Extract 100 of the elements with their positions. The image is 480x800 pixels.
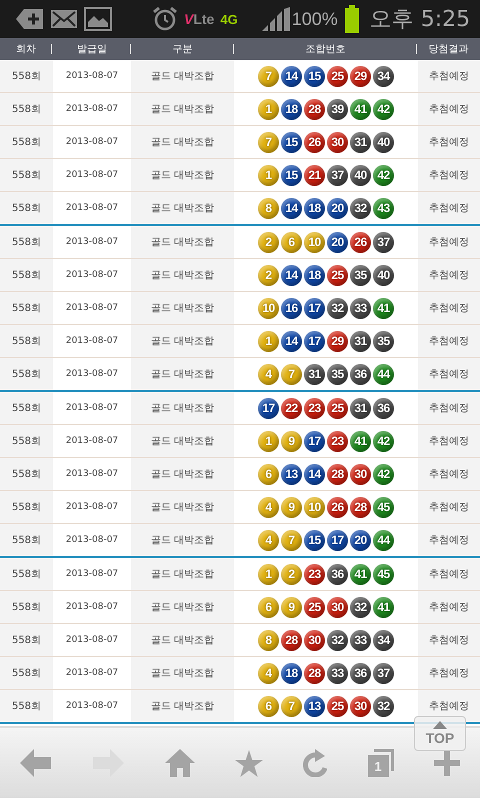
home-icon[interactable] bbox=[164, 749, 195, 777]
lotto-ball: 41 bbox=[373, 298, 394, 318]
table-cell: 추첨예정 bbox=[418, 292, 480, 324]
lotto-ball: 45 bbox=[373, 496, 394, 518]
lotto-ball: 20 bbox=[327, 232, 348, 252]
table-cell: 골드 대박조합 bbox=[131, 226, 234, 258]
table-cell: 558회 bbox=[0, 226, 53, 258]
mail-icon bbox=[50, 9, 78, 29]
table-cell-text: 2013-08-07 bbox=[64, 136, 120, 149]
lotto-ball: 40 bbox=[350, 164, 371, 186]
lotto-ball: 10 bbox=[304, 232, 325, 252]
lotto-ball: 26 bbox=[327, 496, 348, 518]
refresh-icon[interactable] bbox=[303, 749, 328, 777]
table-cell: 558회 bbox=[0, 624, 53, 656]
lotto-ball: 36 bbox=[350, 662, 371, 684]
lotto-ball: 15 bbox=[304, 530, 325, 550]
lotto-ball: 14 bbox=[304, 464, 325, 484]
clock: 오후 5:25 bbox=[370, 6, 470, 34]
lotto-ball: 36 bbox=[327, 564, 348, 584]
lotto-ball: 37 bbox=[373, 662, 394, 684]
table-cell: 추첨예정 bbox=[418, 458, 480, 490]
lotto-ball: 35 bbox=[327, 364, 348, 384]
table-cell: 558회 bbox=[0, 425, 53, 457]
lotto-ball: 9 bbox=[281, 596, 302, 618]
lotto-ball: 1 bbox=[258, 98, 279, 120]
image-icon bbox=[84, 7, 112, 31]
lotto-ball: 42 bbox=[373, 464, 394, 484]
table-cell: 558회 bbox=[0, 259, 53, 291]
table-cell-text: 2013-08-07 bbox=[64, 202, 120, 215]
lotto-ball: 6 bbox=[258, 464, 279, 484]
column-header: 조합번호 bbox=[234, 38, 418, 60]
lotto-ball: 15 bbox=[304, 66, 325, 86]
table-cell: 추첨예정 bbox=[418, 358, 480, 390]
table-cell-text: 2013-08-07 bbox=[64, 501, 120, 514]
lotto-ball: 2 bbox=[258, 264, 279, 286]
network-label: 4G bbox=[220, 12, 238, 26]
lotto-ball: 17 bbox=[327, 530, 348, 550]
battery-icon bbox=[344, 5, 360, 33]
table-cell: 558회 bbox=[0, 690, 53, 722]
lotto-ball: 20 bbox=[327, 198, 348, 218]
table-cell-text: 2013-08-07 bbox=[64, 402, 120, 415]
table-cell: 추첨예정 bbox=[418, 425, 480, 457]
lotto-ball: 9 bbox=[281, 430, 302, 452]
table-cell: 558회 bbox=[0, 93, 53, 125]
lotto-ball: 1 bbox=[258, 430, 279, 452]
table-cell: 골드 대박조합 bbox=[131, 558, 234, 590]
lotto-ball: 28 bbox=[304, 662, 325, 684]
lotto-ball: 23 bbox=[304, 398, 325, 418]
lotto-ball: 37 bbox=[373, 232, 394, 252]
table-cell: 추첨예정 bbox=[418, 226, 480, 258]
lotto-ball: 17 bbox=[304, 430, 325, 452]
table-cell-text: 2013-08-07 bbox=[64, 236, 120, 249]
lotto-ball: 14 bbox=[281, 66, 302, 86]
table-cell-text: 2013-08-07 bbox=[64, 103, 120, 116]
table-cell: 골드 대박조합 bbox=[131, 392, 234, 424]
lotto-ball: 42 bbox=[373, 98, 394, 120]
table-cell-text: 2013-08-07 bbox=[64, 435, 120, 448]
back-arrow-icon[interactable] bbox=[20, 749, 52, 777]
lotto-ball: 31 bbox=[304, 364, 325, 384]
lotto-ball: 42 bbox=[373, 430, 394, 452]
scroll-top-button[interactable]: TOP bbox=[414, 716, 466, 751]
table-cell-text: 2013-08-07 bbox=[64, 70, 120, 83]
lotto-ball: 17 bbox=[304, 330, 325, 352]
star-icon[interactable] bbox=[234, 750, 263, 776]
table-cell: 추첨예정 bbox=[418, 392, 480, 424]
table-cell: 골드 대박조합 bbox=[131, 60, 234, 92]
lotto-ball: 30 bbox=[327, 596, 348, 618]
table-cell-text: 2013-08-07 bbox=[64, 468, 120, 481]
lotto-ball: 28 bbox=[350, 496, 371, 518]
lotto-ball: 40 bbox=[373, 264, 394, 286]
lotto-ball: 2 bbox=[258, 232, 279, 252]
table-cell: 골드 대박조합 bbox=[131, 591, 234, 623]
table-cell: 558회 bbox=[0, 159, 53, 191]
lotto-ball: 45 bbox=[373, 564, 394, 584]
table-cell: 골드 대박조합 bbox=[131, 524, 234, 556]
lotto-ball: 41 bbox=[350, 564, 371, 584]
lotto-ball: 6 bbox=[258, 696, 279, 716]
lotto-ball: 10 bbox=[304, 496, 325, 518]
table-cell: 골드 대박조합 bbox=[131, 93, 234, 125]
lotto-ball: 25 bbox=[327, 398, 348, 418]
lotto-ball: 25 bbox=[304, 596, 325, 618]
lotto-ball: 36 bbox=[373, 398, 394, 418]
up-triangle-icon bbox=[433, 721, 447, 729]
table-cell: 골드 대박조합 bbox=[131, 159, 234, 191]
lotto-ball: 26 bbox=[350, 232, 371, 252]
lotto-ball: 32 bbox=[350, 198, 371, 218]
lotto-ball: 9 bbox=[281, 496, 302, 518]
column-header: 회차 bbox=[0, 38, 54, 60]
lotto-ball: 14 bbox=[281, 330, 302, 352]
plus-icon[interactable] bbox=[434, 750, 460, 776]
table-cell: 추첨예정 bbox=[418, 325, 480, 357]
lotto-ball: 4 bbox=[258, 662, 279, 684]
lotto-ball: 4 bbox=[258, 364, 279, 384]
table-cell: 558회 bbox=[0, 325, 53, 357]
lotto-ball: 17 bbox=[258, 398, 279, 418]
table-cell: 558회 bbox=[0, 558, 53, 590]
table-cell: 추첨예정 bbox=[418, 558, 480, 590]
lotto-ball: 28 bbox=[327, 464, 348, 484]
lotto-ball: 34 bbox=[373, 630, 394, 650]
table-cell-text: 2013-08-07 bbox=[64, 335, 120, 348]
